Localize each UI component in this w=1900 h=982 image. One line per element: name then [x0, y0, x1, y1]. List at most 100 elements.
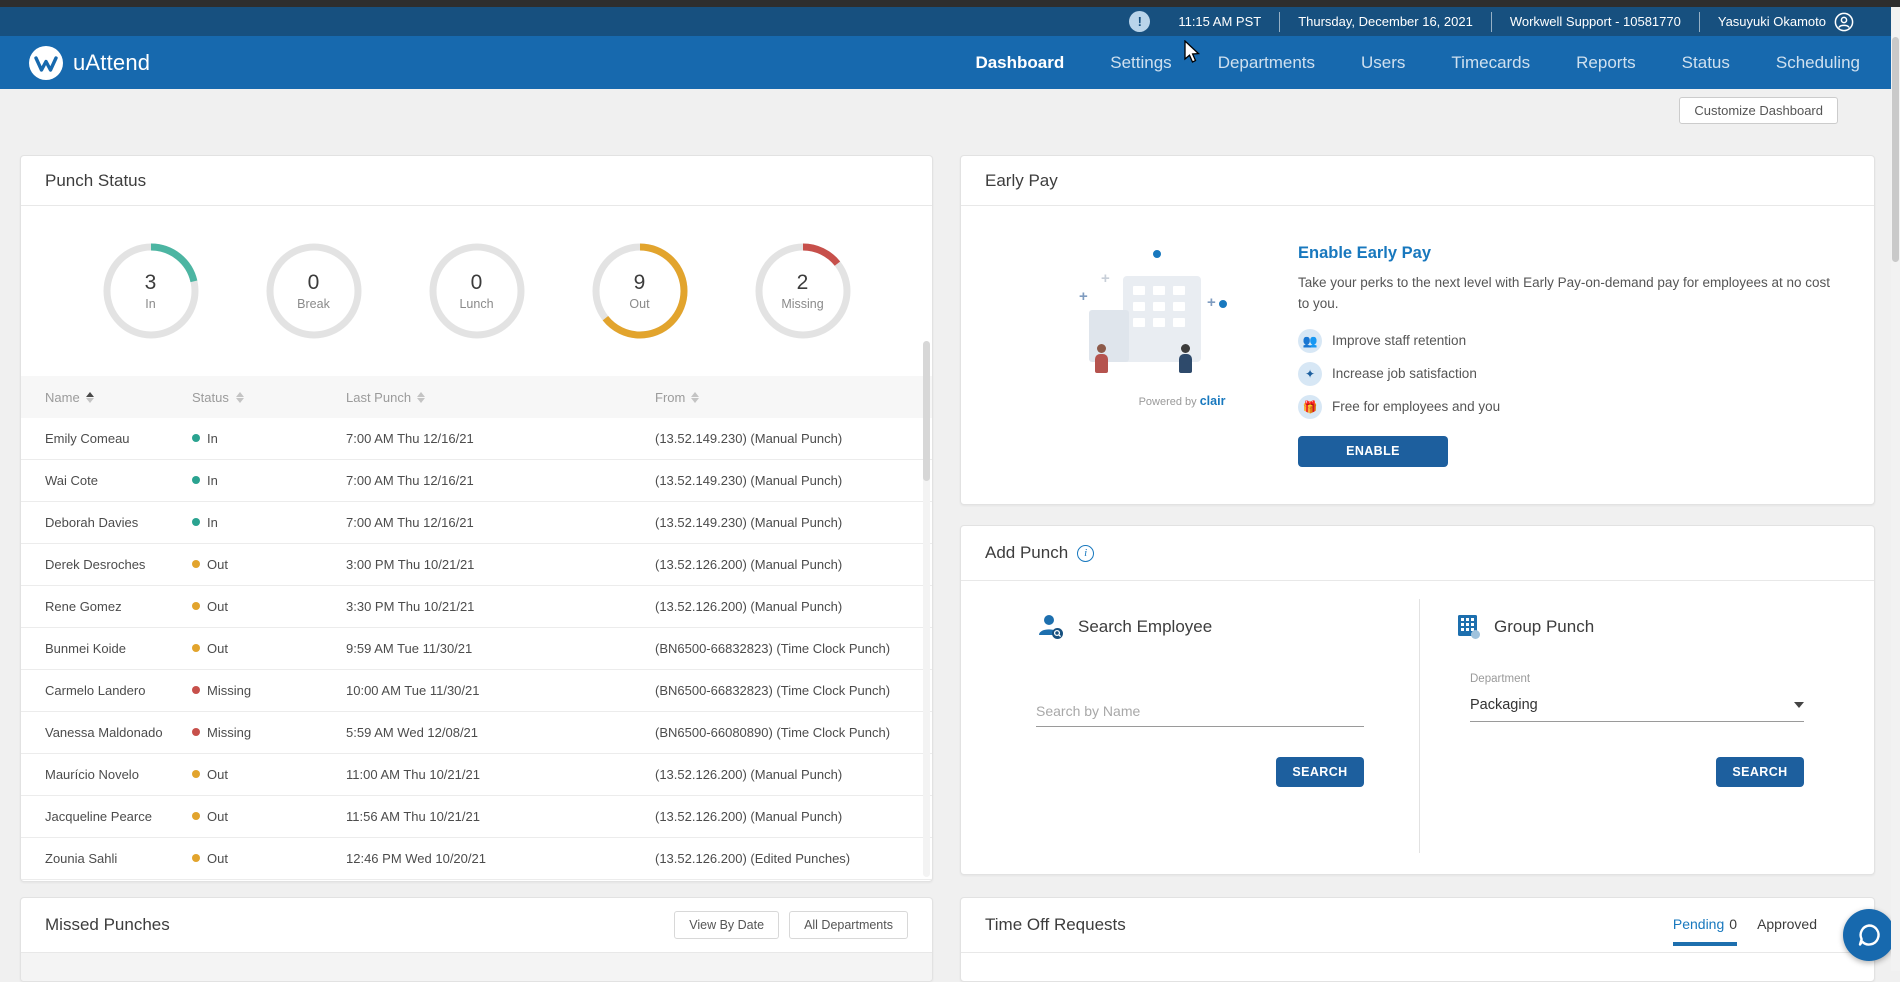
nav-item-settings[interactable]: Settings: [1110, 53, 1171, 73]
circle-label: Lunch: [459, 297, 494, 311]
cell-from: (13.52.126.200) (Manual Punch): [655, 556, 843, 572]
cell-from: (13.52.149.230) (Manual Punch): [655, 472, 843, 488]
table-row[interactable]: Emily Comeau In 7:00 AM Thu 12/16/21 (13.52…: [21, 418, 932, 460]
table-row[interactable]: Derek Desroches Out 3:00 PM Thu 10/21/21 (1…: [21, 544, 932, 586]
nav-item-scheduling[interactable]: Scheduling: [1776, 53, 1860, 73]
early-pay-illustration: + + + Powered by clair: [1061, 248, 1281, 418]
cell-from: (BN6500-66832823) (Time Clock Punch): [655, 640, 891, 656]
cell-status: In: [192, 514, 346, 532]
page-scroll-thumb[interactable]: [1892, 37, 1899, 262]
punch-circle-lunch[interactable]: 0 Lunch: [427, 241, 527, 341]
column-header-status[interactable]: Status: [192, 390, 346, 405]
user-avatar-icon: [1834, 12, 1854, 31]
early-pay-text: Enable Early Pay Take your perks to the …: [1298, 244, 1858, 467]
table-row[interactable]: Carmelo Landero Missing 10:00 AM Tue 11/30…: [21, 670, 932, 712]
punch-circle-out[interactable]: 9 Out: [590, 241, 690, 341]
all-departments-button[interactable]: All Departments: [789, 911, 908, 939]
page-scrollbar[interactable]: [1891, 7, 1900, 971]
tab-approved[interactable]: Approved: [1757, 916, 1822, 934]
cell-last-punch: 10:00 AM Tue 11/30/21: [346, 682, 480, 698]
alert-icon[interactable]: !: [1129, 11, 1151, 32]
early-pay-title: Early Pay: [985, 170, 1058, 190]
add-punch-body: Search Employee SEARCH Group Punch Depar…: [961, 581, 1874, 874]
info-icon[interactable]: i: [1077, 544, 1095, 562]
powered-by-clair: Powered by clair: [1138, 394, 1226, 408]
punch-status-card: Punch Status 3 In 0 Break 0 Lunch 9 Out 2 Missing…: [20, 155, 933, 882]
circle-label: Out: [629, 297, 650, 311]
cell-status: Out: [192, 850, 346, 868]
dashboard-content: Customize Dashboard Punch Status 3 In 0 Bre…: [0, 89, 1900, 982]
circle-label: Missing: [781, 297, 824, 311]
user-menu[interactable]: Yasuyuki Okamoto: [1698, 11, 1872, 32]
clock-time: 11:15 AM PST: [1178, 14, 1262, 29]
cell-from: (BN6500-66080890) (Time Clock Punch): [655, 724, 891, 740]
cell-last-punch: 11:56 AM Thu 10/21/21: [346, 808, 480, 824]
search-employee-button[interactable]: SEARCH: [1276, 757, 1364, 787]
enable-button[interactable]: ENABLE: [1298, 435, 1448, 467]
nav-item-departments[interactable]: Departments: [1218, 53, 1315, 73]
table-row[interactable]: Wai Cote In 7:00 AM Thu 12/16/21 (13.52.149…: [21, 460, 932, 502]
user-name: Yasuyuki Okamoto: [1717, 14, 1826, 29]
tab-pending[interactable]: Pending 0: [1672, 916, 1738, 946]
column-divider: [1419, 599, 1420, 853]
uattend-logo-icon: [29, 45, 63, 80]
cell-status: Out: [192, 640, 346, 658]
circle-value: 3: [144, 271, 157, 294]
department-select[interactable]: Packaging: [1470, 693, 1804, 722]
top-status-bar: ! 11:15 AM PST Thursday, December 16, 20…: [0, 7, 1900, 36]
chat-launcher-button[interactable]: [1843, 909, 1895, 961]
nav-item-users[interactable]: Users: [1361, 53, 1405, 73]
sort-icon: [235, 391, 244, 403]
circle-value: 0: [470, 271, 483, 294]
table-row[interactable]: Zounia Sahli Out 12:46 PM Wed 10/20/21 (13.…: [21, 838, 932, 880]
punch-circle-in[interactable]: 3 In: [101, 241, 201, 341]
table-row[interactable]: Maurício Novelo Out 11:00 AM Thu 10/21/21 (…: [21, 754, 932, 796]
punch-circle-break[interactable]: 0 Break: [264, 241, 364, 341]
search-employee-heading: Search Employee: [1036, 613, 1212, 640]
customize-dashboard-button[interactable]: Customize Dashboard: [1679, 97, 1838, 124]
sort-icon: [691, 391, 700, 403]
search-employee-input[interactable]: [1036, 699, 1364, 727]
early-pay-bullets: 👥 Improve staff retention ✦ Increase job sa…: [1298, 328, 1858, 419]
early-pay-bullet: 🎁 Free for employees and you: [1298, 394, 1858, 419]
group-punch-search-button[interactable]: SEARCH: [1716, 757, 1804, 787]
table-row[interactable]: Jacqueline Pearce Out 11:56 AM Thu 10/21/2…: [21, 796, 932, 838]
nav-item-timecards[interactable]: Timecards: [1451, 53, 1530, 73]
punch-circle-missing[interactable]: 2 Missing: [753, 241, 853, 341]
add-punch-card: Add Punch i Search Employee SEARCH: [960, 525, 1875, 875]
circle-label: Break: [297, 297, 330, 311]
brand-name: uAttend: [73, 49, 151, 75]
table-scroll-thumb[interactable]: [923, 341, 930, 481]
column-header-from[interactable]: From: [655, 390, 932, 405]
column-header-last-punch[interactable]: Last Punch: [346, 390, 655, 405]
nav-item-dashboard[interactable]: Dashboard: [975, 53, 1064, 73]
column-header-name[interactable]: Name: [45, 390, 192, 405]
chat-bubble-icon: [1858, 924, 1880, 946]
time-off-title: Time Off Requests: [985, 915, 1126, 934]
sort-icon: [85, 391, 94, 403]
table-row[interactable]: Rene Gomez Out 3:30 PM Thu 10/21/21 (13.52.…: [21, 586, 932, 628]
table-header: Name Status Last Punch From: [21, 376, 932, 418]
early-pay-body: + + + Powered by clair Enable Early Pay …: [961, 206, 1874, 504]
enable-early-pay-heading: Enable Early Pay: [1298, 244, 1431, 262]
pending-count: 0: [1729, 916, 1738, 932]
brand-logo[interactable]: uAttend: [28, 45, 150, 81]
nav-item-status[interactable]: Status: [1682, 53, 1730, 73]
nav-item-reports[interactable]: Reports: [1576, 53, 1636, 73]
table-row[interactable]: Bunmei Koide Out 9:59 AM Tue 11/30/21 (BN65…: [21, 628, 932, 670]
clock-date: Thursday, December 16, 2021: [1279, 11, 1491, 32]
punch-status-header: Punch Status: [21, 156, 932, 206]
circle-value: 0: [307, 271, 320, 294]
cell-name: Emily Comeau: [45, 430, 130, 446]
cell-status: Missing: [192, 724, 346, 742]
view-by-date-button[interactable]: View By Date: [674, 911, 780, 939]
cell-last-punch: 12:46 PM Wed 10/20/21: [346, 850, 486, 866]
table-row[interactable]: Deborah Davies In 7:00 AM Thu 12/16/21 (13.…: [21, 502, 932, 544]
person-figure: [1179, 344, 1192, 374]
punch-status-title: Punch Status: [45, 170, 147, 190]
bullet-label: Increase job satisfaction: [1332, 366, 1477, 382]
clair-logo: clair: [1199, 394, 1226, 408]
table-row[interactable]: Vanessa Maldonado Missing 5:59 AM Wed 12/0…: [21, 712, 932, 754]
table-scrollbar[interactable]: [923, 341, 930, 877]
cell-status: Missing: [192, 682, 346, 700]
